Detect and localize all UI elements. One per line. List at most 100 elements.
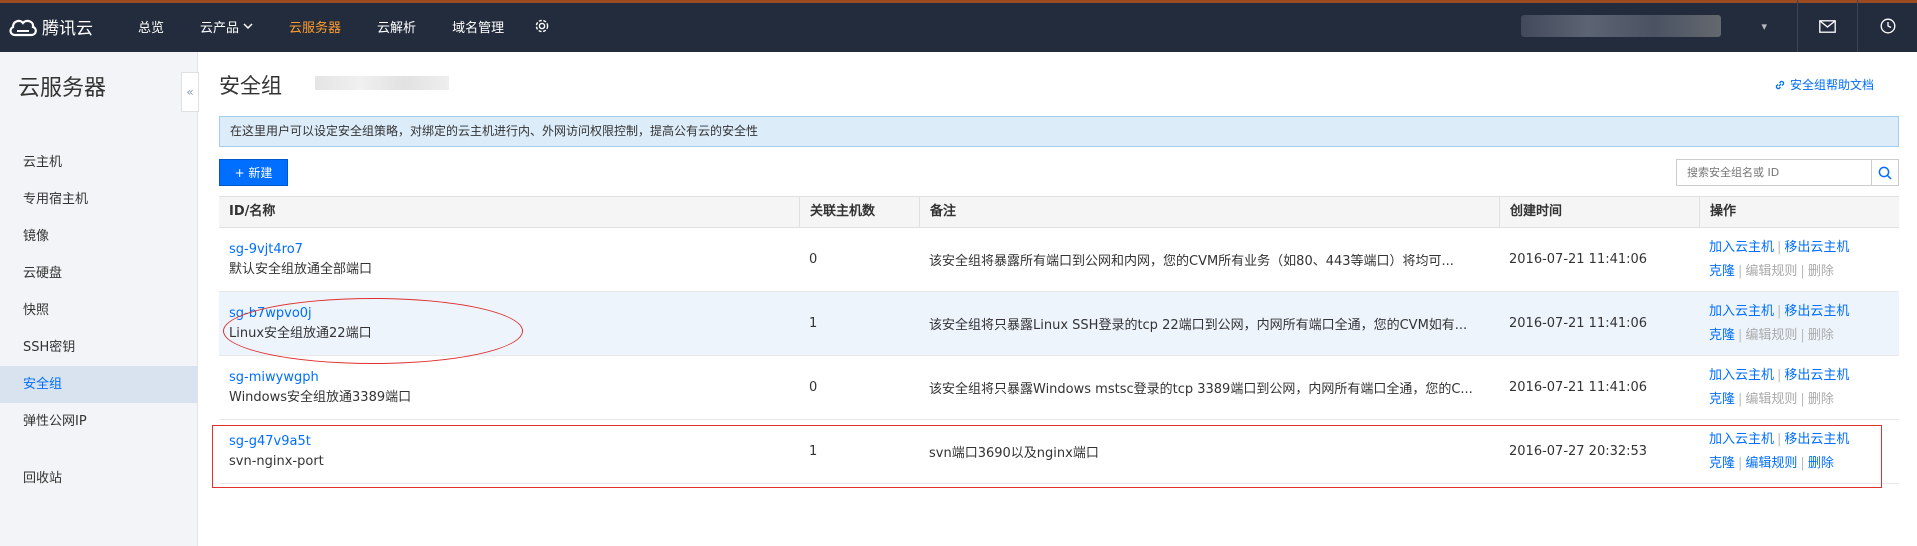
delete-disabled: 删除 — [1807, 263, 1834, 279]
nav-cvm-label: 云服务器 — [289, 20, 342, 36]
nav-dns[interactable]: 云解析 — [377, 17, 416, 36]
nav-dns-label: 云解析 — [377, 20, 417, 36]
nav-domain[interactable]: 域名管理 — [452, 17, 504, 36]
security-group-name: svn-nginx-port — [229, 453, 324, 469]
add-host-link[interactable]: 加入云主机 — [1709, 432, 1774, 447]
add-host-link[interactable]: 加入云主机 — [1709, 304, 1774, 319]
cell-host-count: 1 — [809, 316, 818, 331]
sidebar-item-image[interactable]: 镜像 — [0, 218, 198, 255]
sidebar-item-recycle-bin[interactable]: 回收站 — [0, 460, 198, 497]
mail-icon[interactable] — [1797, 0, 1857, 52]
sidebar-item-cloud-disk[interactable]: 云硬盘 — [0, 255, 198, 292]
user-account-blurred[interactable] — [1521, 15, 1722, 37]
cell-remark: svn端口3690以及nginx端口 — [929, 446, 1099, 461]
edit-rules-disabled: 编辑规则 — [1745, 327, 1798, 343]
security-group-id-link[interactable]: sg-miwywgph — [229, 368, 799, 388]
clock-icon[interactable] — [1857, 0, 1917, 52]
search-box — [1676, 159, 1899, 186]
top-right-area: ▾ — [1521, 0, 1917, 52]
cell-remark: 该安全组将只暴露Linux SSH登录的tcp 22端口到公网，内网所有端口全通… — [929, 318, 1468, 333]
col-remark: 备注 — [919, 197, 1499, 227]
edit-rules-disabled: 编辑规则 — [1745, 391, 1798, 407]
gear-icon[interactable] — [534, 18, 550, 34]
col-actions: 操作 — [1699, 197, 1899, 227]
nav-products-label: 云产品 — [200, 20, 240, 36]
cell-host-count: 0 — [809, 380, 818, 395]
cell-id-name: sg-9vjt4ro7 默认安全组放通全部端口 — [219, 240, 799, 280]
nav-overview[interactable]: 总览 — [138, 17, 164, 36]
nav-cvm[interactable]: 云服务器 — [289, 17, 341, 36]
cloud-logo-icon — [9, 19, 37, 36]
table-row: sg-miwywgph Windows安全组放通3389端口 0 该安全组将只暴… — [219, 356, 1899, 420]
cell-host-count: 0 — [809, 252, 818, 267]
add-host-link[interactable]: 加入云主机 — [1709, 368, 1774, 383]
table-row: sg-9vjt4ro7 默认安全组放通全部端口 0 该安全组将暴露所有端口到公网… — [219, 228, 1899, 292]
sidebar-item-snapshot[interactable]: 快照 — [0, 292, 198, 329]
col-host-count: 关联主机数 — [799, 197, 919, 227]
cell-created: 2016-07-21 11:41:06 — [1509, 380, 1648, 395]
region-selector-blurred[interactable] — [315, 76, 449, 90]
search-input[interactable] — [1677, 160, 1871, 185]
remove-host-link[interactable]: 移出云主机 — [1784, 368, 1849, 383]
col-id-name: ID/名称 — [229, 204, 276, 219]
tencent-cloud-logo[interactable]: 腾讯云 — [8, 14, 93, 39]
info-notice: 在这里用户可以设定安全组策略，对绑定的云主机进行内、外网访问权限控制，提高公有云… — [219, 116, 1899, 147]
remove-host-link[interactable]: 移出云主机 — [1784, 240, 1849, 255]
cell-created: 2016-07-21 11:41:06 — [1509, 316, 1648, 331]
remove-host-link[interactable]: 移出云主机 — [1784, 304, 1849, 319]
cell-id-name: sg-b7wpvo0j Linux安全组放通22端口 — [219, 304, 799, 344]
security-group-table: ID/名称 关联主机数 备注 创建时间 操作 sg-9vjt4ro7 默认安全组… — [219, 196, 1899, 484]
security-group-name: 默认安全组放通全部端口 — [229, 261, 373, 277]
main-nav: 总览 云产品 云服务器 云解析 域名管理 — [120, 0, 550, 52]
cell-created: 2016-07-21 11:41:06 — [1509, 252, 1648, 267]
edit-rules-disabled: 编辑规则 — [1745, 263, 1798, 279]
collapse-sidebar-icon[interactable]: « — [181, 72, 199, 112]
sidebar-item-eip[interactable]: 弹性公网IP — [0, 403, 198, 440]
cell-actions: 加入云主机 | 移出云主机 克隆 | 编辑规则 | 删除 — [1709, 431, 1850, 471]
sidebar: 云服务器 « 云主机 专用宿主机 镜像 云硬盘 快照 SSH密钥 安全组 弹性公… — [0, 52, 199, 546]
sidebar-item-cvm[interactable]: 云主机 — [0, 144, 198, 181]
delete-link[interactable]: 删除 — [1808, 456, 1834, 471]
cell-actions: 加入云主机 | 移出云主机 克隆 | 编辑规则 | 删除 — [1709, 367, 1850, 407]
nav-domain-label: 域名管理 — [452, 20, 505, 36]
add-host-link[interactable]: 加入云主机 — [1709, 240, 1774, 255]
help-doc-link[interactable]: 安全组帮助文档 — [1774, 76, 1874, 93]
top-navigation-bar: 腾讯云 总览 云产品 云服务器 云解析 域名管理 ▾ — [0, 0, 1917, 52]
sidebar-item-security-group[interactable]: 安全组 — [0, 366, 198, 403]
edit-rules-link[interactable]: 编辑规则 — [1745, 456, 1797, 471]
chevron-down-icon — [243, 20, 253, 33]
remove-host-link[interactable]: 移出云主机 — [1784, 432, 1849, 447]
col-created: 创建时间 — [1499, 197, 1699, 227]
nav-overview-label: 总览 — [138, 20, 165, 36]
security-group-name: Linux安全组放通22端口 — [229, 325, 372, 341]
cell-created: 2016-07-27 20:32:53 — [1509, 444, 1648, 459]
table-row: sg-b7wpvo0j Linux安全组放通22端口 1 该安全组将只暴露Lin… — [219, 292, 1899, 356]
cell-remark: 该安全组将暴露所有端口到公网和内网，您的CVM所有业务（如80、443等端口）将… — [929, 254, 1454, 269]
account-caret-icon[interactable]: ▾ — [1761, 20, 1767, 33]
cell-id-name: sg-miwywgph Windows安全组放通3389端口 — [219, 368, 799, 408]
table-header: ID/名称 关联主机数 备注 创建时间 操作 — [219, 196, 1899, 228]
cell-actions: 加入云主机 | 移出云主机 克隆 | 编辑规则 | 删除 — [1709, 239, 1850, 279]
sidebar-menu: 云主机 专用宿主机 镜像 云硬盘 快照 SSH密钥 安全组 弹性公网IP 回收站 — [0, 144, 198, 497]
page-title: 安全组 — [219, 74, 282, 98]
security-group-id-link[interactable]: sg-g47v9a5t — [229, 432, 799, 452]
clone-link[interactable]: 克隆 — [1709, 456, 1735, 471]
new-security-group-button[interactable]: + 新建 — [219, 159, 288, 186]
delete-disabled: 删除 — [1807, 391, 1834, 407]
cell-host-count: 1 — [809, 444, 818, 459]
delete-disabled: 删除 — [1807, 327, 1834, 343]
clone-link[interactable]: 克隆 — [1709, 328, 1735, 343]
clone-link[interactable]: 克隆 — [1709, 392, 1735, 407]
sidebar-item-dedicated-host[interactable]: 专用宿主机 — [0, 181, 198, 218]
sidebar-title: 云服务器 — [18, 76, 107, 101]
table-row: sg-g47v9a5t svn-nginx-port 1 svn端口3690以及… — [219, 420, 1899, 484]
security-group-name: Windows安全组放通3389端口 — [229, 389, 412, 405]
clone-link[interactable]: 克隆 — [1709, 264, 1735, 279]
cell-id-name: sg-g47v9a5t svn-nginx-port — [219, 432, 799, 472]
security-group-id-link[interactable]: sg-9vjt4ro7 — [229, 240, 799, 260]
cell-actions: 加入云主机 | 移出云主机 克隆 | 编辑规则 | 删除 — [1709, 303, 1850, 343]
sidebar-item-ssh-key[interactable]: SSH密钥 — [0, 329, 198, 366]
security-group-id-link[interactable]: sg-b7wpvo0j — [229, 304, 799, 324]
search-icon[interactable] — [1871, 160, 1898, 185]
nav-products[interactable]: 云产品 — [200, 17, 253, 36]
